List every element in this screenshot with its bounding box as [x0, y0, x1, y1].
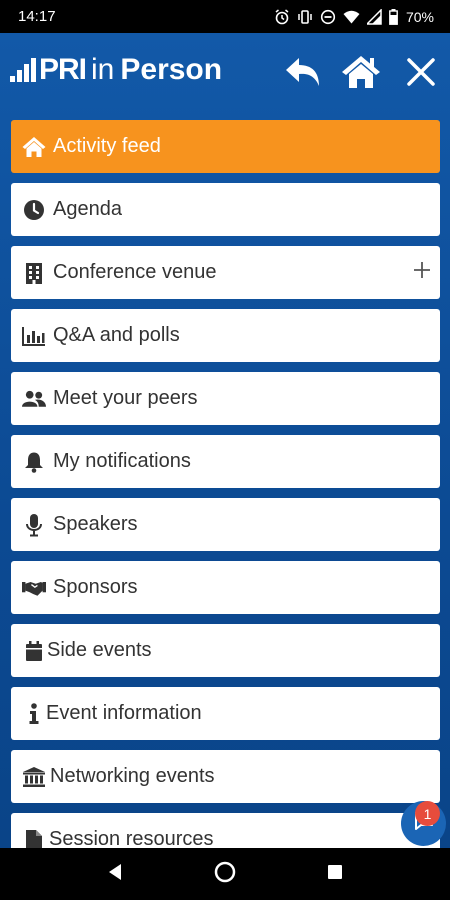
menu-item-label: Networking events	[50, 765, 215, 787]
logo-bars-icon	[10, 58, 36, 82]
menu-item-label: Session resources	[49, 828, 214, 848]
menu-item-label: Conference venue	[53, 261, 217, 283]
menu-item-label: Agenda	[53, 198, 122, 220]
menu-item-qa-polls[interactable]: Q&A and polls	[11, 309, 440, 362]
microphone-icon	[22, 513, 46, 537]
back-button[interactable]	[280, 51, 326, 97]
menu-item-label: Speakers	[53, 513, 138, 535]
menu-item-label: My notifications	[53, 450, 191, 472]
bell-icon	[22, 450, 46, 474]
nav-back-button[interactable]	[95, 854, 135, 894]
calendar-icon	[22, 639, 46, 663]
nav-recents-button[interactable]	[315, 854, 355, 894]
triangle-back-icon	[106, 862, 124, 887]
close-button[interactable]	[398, 51, 444, 97]
logo-pri-text: PRI	[39, 53, 87, 86]
alarm-icon	[274, 8, 290, 25]
system-nav-bar	[0, 848, 450, 900]
menu-item-speakers[interactable]: Speakers	[11, 498, 440, 551]
users-icon	[22, 387, 46, 411]
vibrate-icon	[297, 9, 313, 25]
menu-item-networking-events[interactable]: Networking events	[11, 750, 440, 803]
status-time: 14:17	[18, 8, 56, 25]
close-icon	[405, 56, 437, 93]
menu-item-activity-feed[interactable]: Activity feed	[11, 120, 440, 173]
menu-item-label: Activity feed	[53, 135, 161, 157]
menu-item-label: Q&A and polls	[53, 324, 180, 346]
menu-item-conference-venue[interactable]: Conference venue	[11, 246, 440, 299]
menu-item-sponsors[interactable]: Sponsors	[11, 561, 440, 614]
dnd-icon	[320, 9, 336, 25]
status-bar: 14:17 70%	[0, 0, 450, 33]
menu-item-notifications[interactable]: My notifications	[11, 435, 440, 488]
signal-icon	[366, 8, 382, 25]
chat-unread-badge: 1	[415, 801, 440, 826]
logo-person-text: Person	[120, 53, 223, 86]
institution-icon	[22, 765, 46, 789]
building-icon	[22, 261, 46, 285]
menu-item-meet-peers[interactable]: Meet your peers	[11, 372, 440, 425]
handshake-icon	[22, 576, 46, 600]
nav-home-button[interactable]	[205, 854, 245, 894]
wifi-icon	[343, 9, 360, 25]
back-icon	[284, 56, 322, 93]
logo-in-text: in	[91, 53, 115, 86]
bar-chart-icon	[22, 324, 46, 348]
home-icon	[22, 135, 46, 159]
file-icon	[22, 828, 46, 848]
menu-item-agenda[interactable]: Agenda	[11, 183, 440, 236]
status-icons: 70%	[274, 8, 434, 25]
menu-item-event-information[interactable]: Event information	[11, 687, 440, 740]
home-button[interactable]	[338, 51, 384, 97]
battery-icon	[389, 8, 398, 25]
square-recents-icon	[326, 863, 344, 886]
home-icon	[341, 55, 381, 94]
expand-plus-icon[interactable]	[410, 258, 434, 282]
circle-home-icon	[214, 861, 236, 888]
menu-item-label: Meet your peers	[53, 387, 198, 409]
app-container: PRI in Person Activity feed Agenda Confe…	[0, 33, 450, 848]
menu-item-side-events[interactable]: Side events	[11, 624, 440, 677]
pri-logo: PRI in Person	[10, 53, 222, 93]
battery-percent: 70%	[405, 8, 434, 25]
info-icon	[22, 702, 46, 726]
app-header: PRI in Person	[0, 33, 450, 113]
menu-item-session-resources[interactable]: Session resources	[11, 813, 440, 848]
menu-item-label: Side events	[47, 639, 152, 661]
clock-icon	[22, 198, 46, 222]
menu-item-label: Event information	[46, 702, 202, 724]
menu-item-label: Sponsors	[53, 576, 138, 598]
